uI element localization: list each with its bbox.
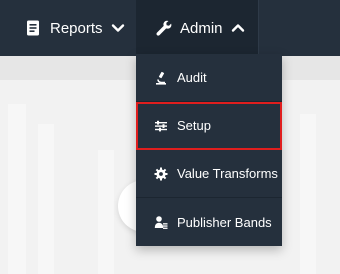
background-bar bbox=[98, 150, 114, 274]
wrench-icon bbox=[154, 19, 172, 37]
menu-item-audit[interactable]: Audit bbox=[136, 54, 282, 102]
nav-divider bbox=[258, 0, 259, 56]
gear-icon bbox=[154, 167, 168, 181]
admin-label: Admin bbox=[180, 19, 223, 37]
admin-nav-item[interactable]: Admin bbox=[136, 0, 258, 56]
menu-item-label: Publisher Bands bbox=[177, 214, 272, 230]
reports-label: Reports bbox=[50, 19, 103, 37]
menu-item-label: Setup bbox=[177, 118, 211, 133]
chevron-down-icon bbox=[111, 21, 125, 35]
background-bar bbox=[8, 104, 26, 274]
menu-item-publisher-bands[interactable]: Publisher Bands bbox=[136, 198, 282, 246]
menu-item-label: Value Transforms bbox=[177, 166, 278, 181]
menu-item-setup[interactable]: Setup bbox=[136, 102, 282, 150]
chevron-up-icon bbox=[231, 21, 245, 35]
sliders-icon bbox=[154, 119, 168, 133]
report-document-icon bbox=[24, 19, 42, 37]
menu-item-label: Audit bbox=[177, 70, 207, 85]
user-bands-icon bbox=[154, 215, 168, 229]
top-navigation-bar: Reports Admin bbox=[0, 0, 340, 56]
menu-item-value-transforms[interactable]: Value Transforms bbox=[136, 150, 282, 198]
background-bar bbox=[38, 124, 54, 274]
reports-nav-item[interactable]: Reports bbox=[24, 0, 125, 56]
microscope-icon bbox=[154, 71, 168, 85]
admin-dropdown-menu: Audit Setup Value Transforms Publisher B… bbox=[136, 54, 282, 246]
background-bar bbox=[300, 114, 316, 274]
